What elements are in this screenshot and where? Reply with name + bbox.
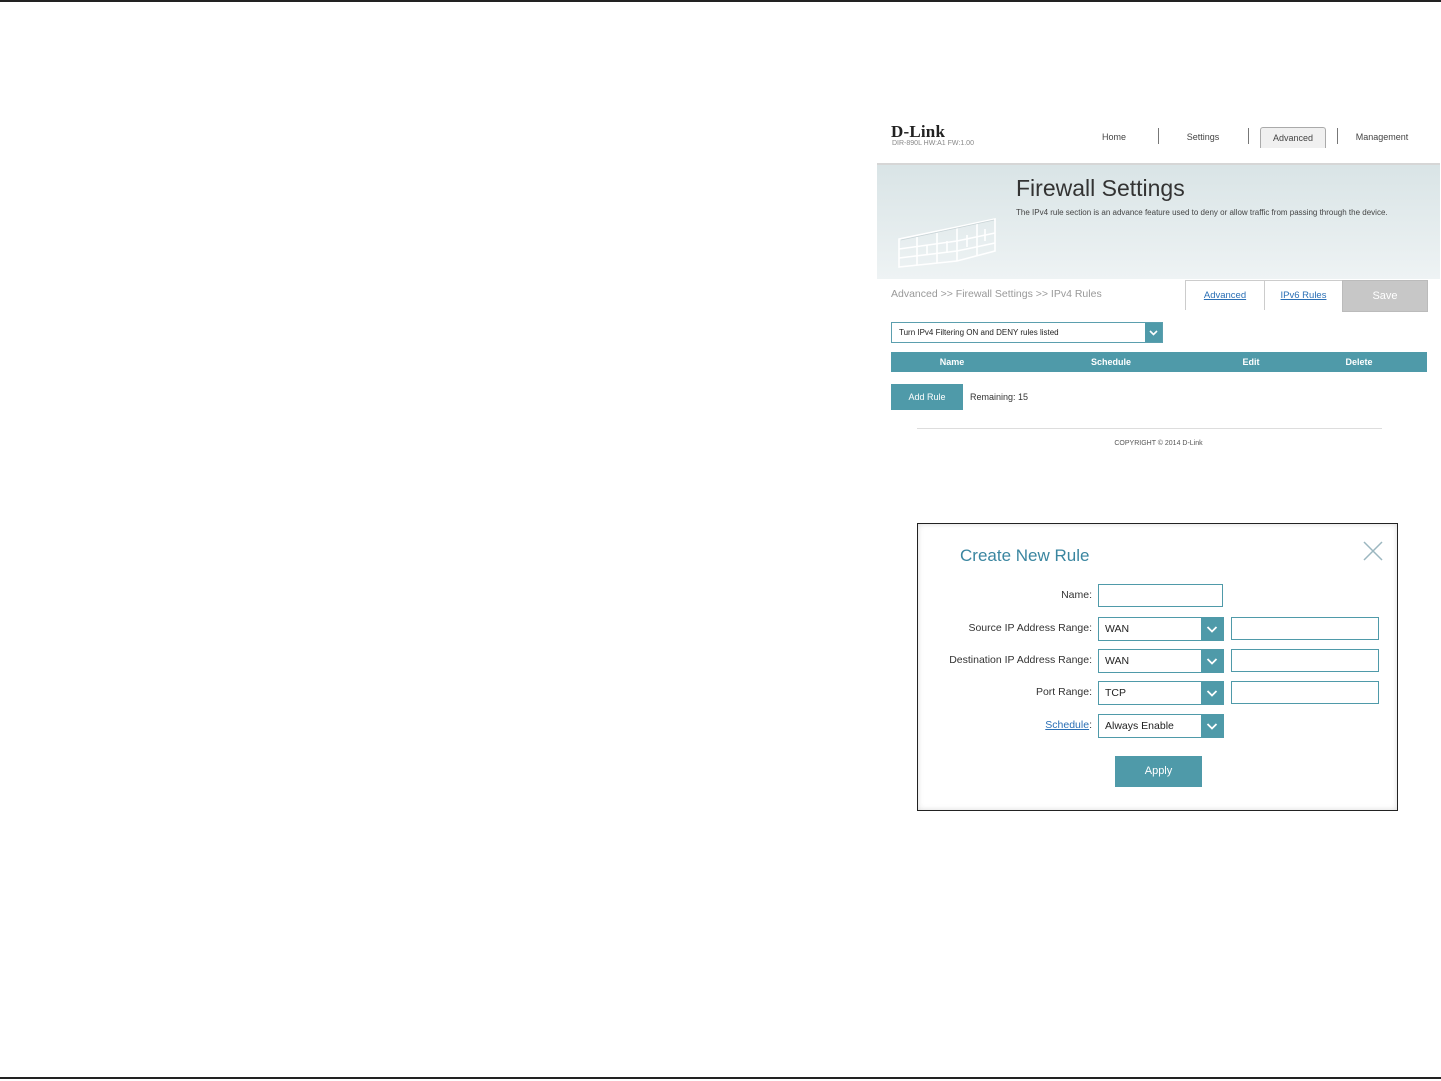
port-protocol-select[interactable]: TCP xyxy=(1098,681,1224,705)
rules-table-header: Name Schedule Edit Delete xyxy=(891,352,1427,372)
nav-separator xyxy=(1337,128,1338,144)
close-icon[interactable] xyxy=(1362,540,1384,562)
destination-ip-select[interactable]: WAN xyxy=(1098,649,1224,673)
copyright-text: COPYRIGHT © 2014 D-Link xyxy=(1114,440,1203,447)
tab-ipv6-rules-link[interactable]: IPv6 Rules xyxy=(1281,290,1327,301)
column-name: Name xyxy=(939,357,965,367)
tab-advanced[interactable]: Advanced xyxy=(1185,280,1265,310)
page-title: Firewall Settings xyxy=(1016,175,1185,201)
nav-home[interactable]: Home xyxy=(1089,127,1139,147)
source-ip-value: WAN xyxy=(1105,623,1130,635)
chevron-down-icon[interactable] xyxy=(1201,618,1223,640)
header-bar: D-Link DIR-890L HW:A1 FW:1.00 Home Setti… xyxy=(877,108,1440,165)
dialog-title: Create New Rule xyxy=(960,546,1090,565)
chevron-down-icon[interactable] xyxy=(1201,650,1223,672)
port-range-label: Port Range: xyxy=(1035,686,1092,698)
add-rule-button[interactable]: Add Rule xyxy=(891,384,963,410)
schedule-label: Schedule: xyxy=(1045,719,1092,731)
apply-button[interactable]: Apply xyxy=(1115,756,1202,787)
destination-ip-value: WAN xyxy=(1105,655,1130,667)
save-button[interactable]: Save xyxy=(1342,280,1428,312)
tab-ipv6-rules[interactable]: IPv6 Rules xyxy=(1264,280,1343,310)
nav-separator xyxy=(1248,128,1249,144)
destination-ip-label: Destination IP Address Range: xyxy=(949,654,1092,666)
nav-management[interactable]: Management xyxy=(1349,127,1415,147)
chevron-down-icon[interactable] xyxy=(1201,682,1223,704)
nav-separator xyxy=(1158,128,1159,144)
chevron-down-icon[interactable] xyxy=(1201,715,1223,737)
column-schedule: Schedule xyxy=(1090,357,1131,367)
column-edit: Edit xyxy=(1242,357,1260,367)
name-input[interactable] xyxy=(1098,584,1223,607)
model-info: DIR-890L HW:A1 FW:1.00 xyxy=(892,140,974,147)
nav-advanced[interactable]: Advanced xyxy=(1260,127,1326,148)
firewall-settings-screenshot: D-Link DIR-890L HW:A1 FW:1.00 Home Setti… xyxy=(877,108,1440,460)
schedule-select[interactable]: Always Enable xyxy=(1098,714,1224,738)
schedule-value: Always Enable xyxy=(1105,720,1174,732)
port-range-input[interactable] xyxy=(1231,681,1379,704)
page-description: The IPv4 rule section is an advance feat… xyxy=(1016,208,1388,217)
destination-ip-range-input[interactable] xyxy=(1231,649,1379,672)
nav-settings[interactable]: Settings xyxy=(1177,127,1229,147)
schedule-link[interactable]: Schedule xyxy=(1045,719,1089,731)
page-bottom-rule xyxy=(0,1077,1441,1079)
page-top-rule xyxy=(0,0,1441,2)
remaining-count: Remaining: 15 xyxy=(970,392,1029,402)
firewall-wall-icon xyxy=(898,218,996,268)
schedule-colon: : xyxy=(1089,719,1092,731)
breadcrumb: Advanced >> Firewall Settings >> IPv4 Ru… xyxy=(891,288,1102,300)
page-banner: Firewall Settings The IPv4 rule section … xyxy=(877,165,1440,279)
ipv4-filter-select[interactable]: Turn IPv4 Filtering ON and DENY rules li… xyxy=(891,322,1163,343)
source-ip-range-input[interactable] xyxy=(1231,617,1379,640)
source-ip-select[interactable]: WAN xyxy=(1098,617,1224,641)
column-delete: Delete xyxy=(1345,357,1373,367)
chevron-down-icon[interactable] xyxy=(1145,323,1162,342)
dlink-logo: D-Link xyxy=(891,122,946,141)
name-label: Name: xyxy=(1061,589,1092,601)
tab-advanced-link[interactable]: Advanced xyxy=(1204,290,1246,301)
create-new-rule-dialog: Create New Rule Name: Source IP Address … xyxy=(917,523,1398,811)
port-protocol-value: TCP xyxy=(1105,687,1126,699)
source-ip-label: Source IP Address Range: xyxy=(968,622,1092,634)
ipv4-filter-value: Turn IPv4 Filtering ON and DENY rules li… xyxy=(899,328,1059,337)
footer-divider xyxy=(917,428,1382,429)
